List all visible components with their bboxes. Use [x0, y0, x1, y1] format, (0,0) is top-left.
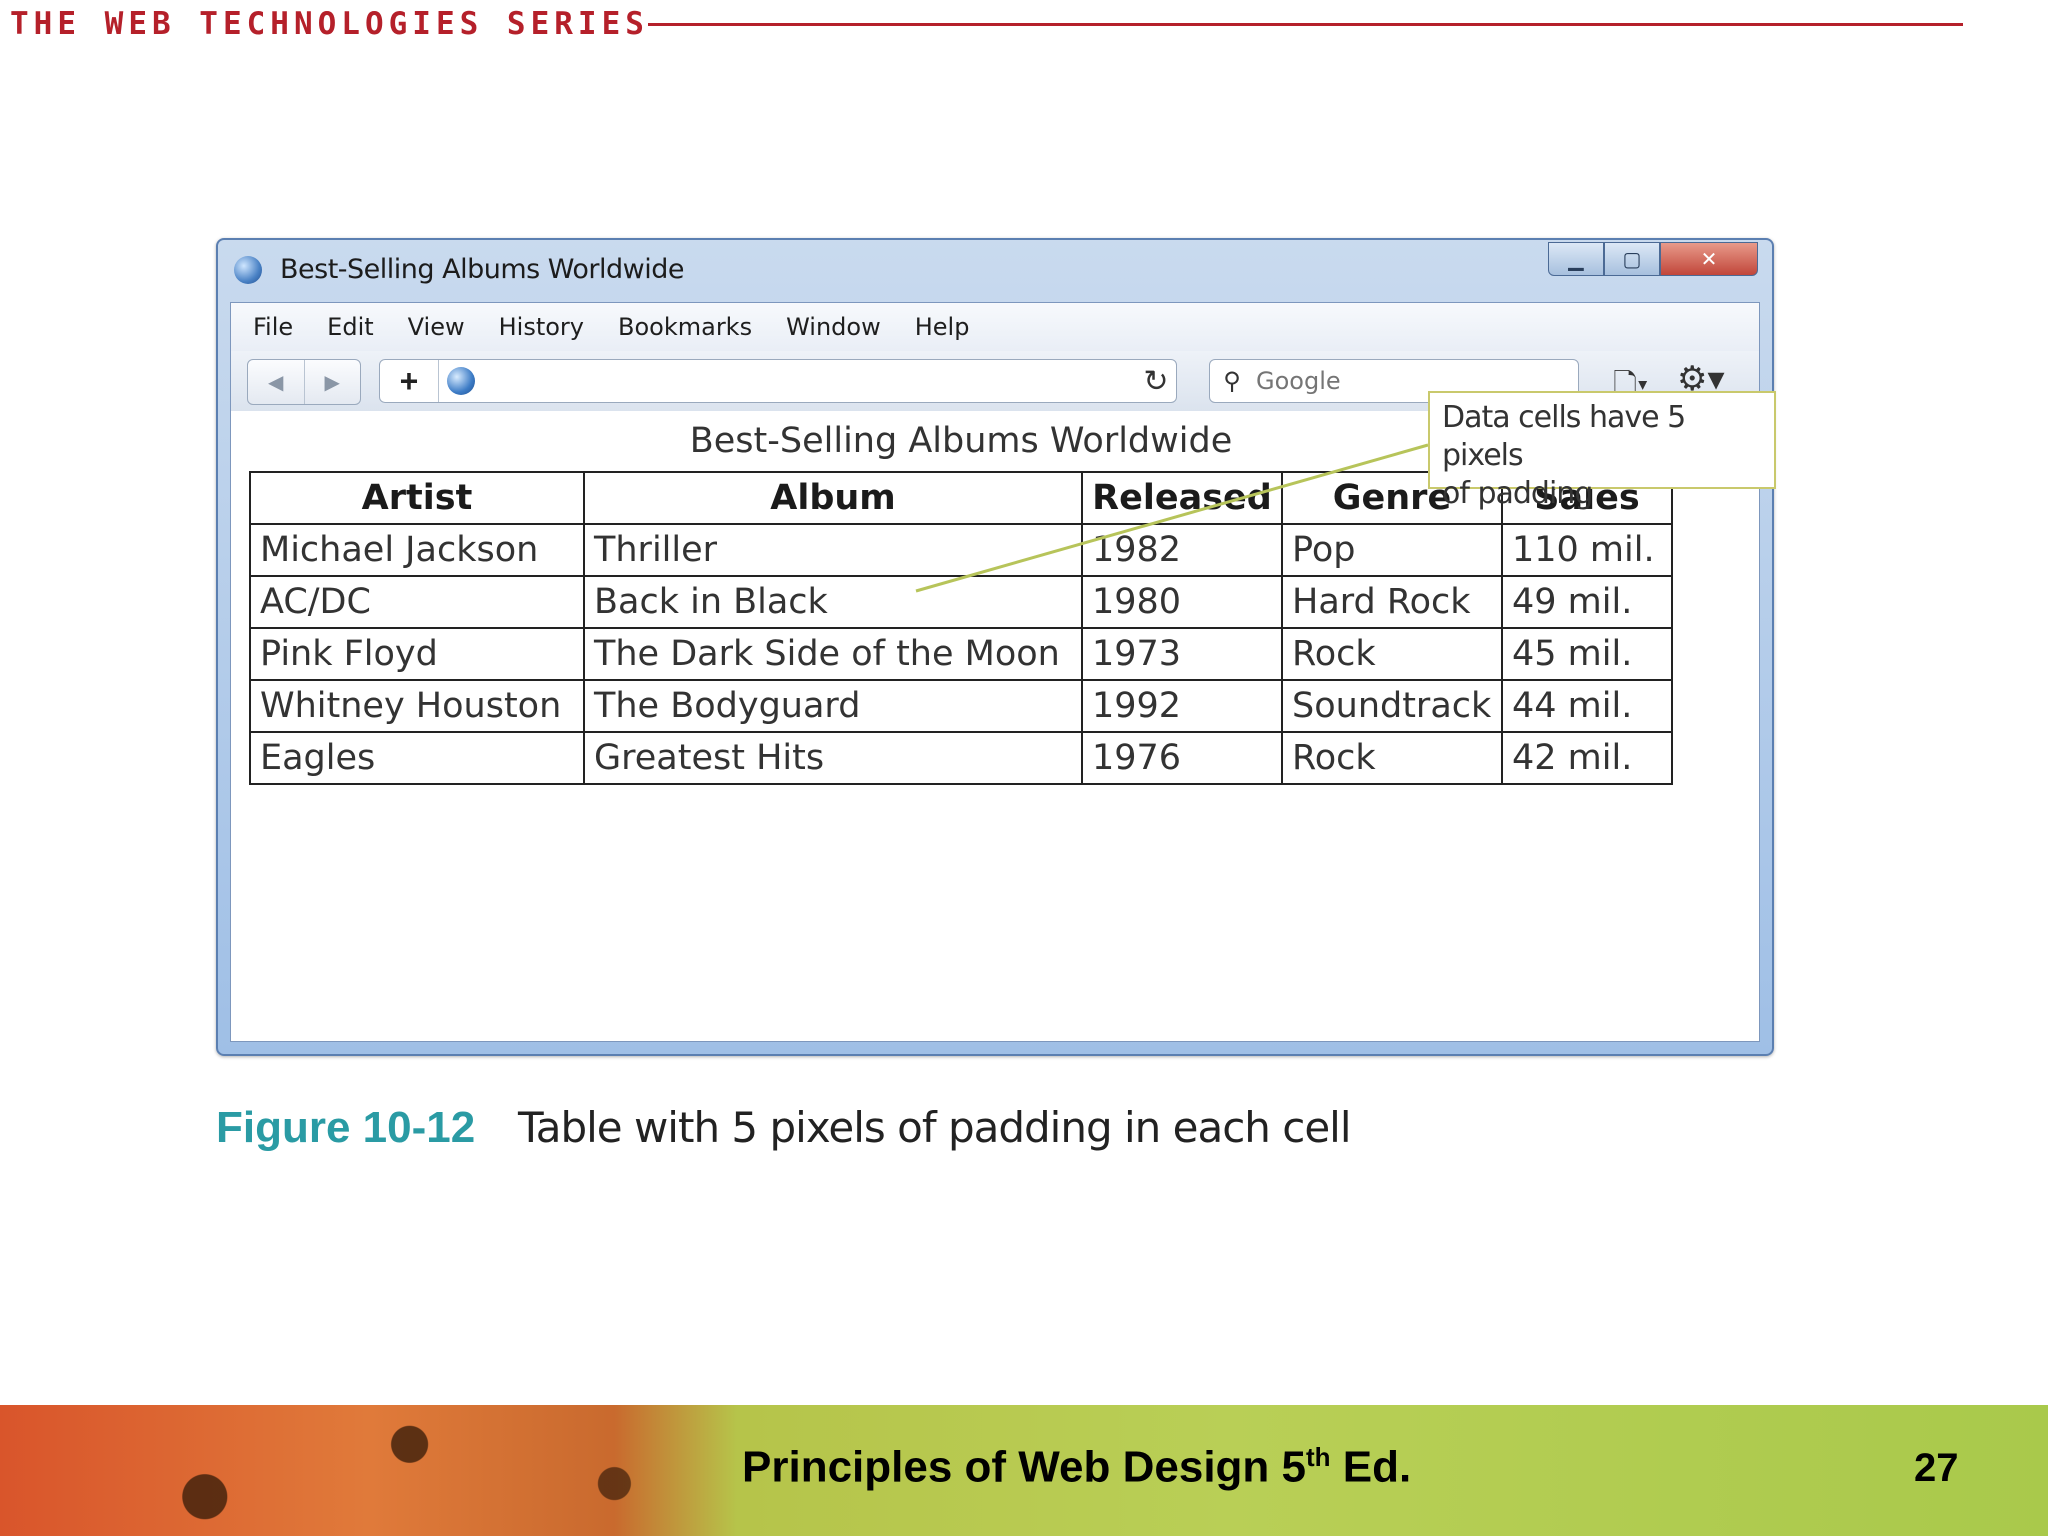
figure-label: Figure 10-12: [216, 1103, 476, 1152]
menu-help[interactable]: Help: [915, 313, 970, 341]
window-controls: ▁ ▢ ✕: [1548, 242, 1758, 276]
globe-icon: [447, 367, 475, 395]
footer-title-sup: th: [1306, 1442, 1331, 1472]
back-arrow-icon: ◀: [268, 371, 284, 394]
figure-caption: Table with 5 pixels of padding in each c…: [518, 1103, 1352, 1152]
add-bookmark-button[interactable]: +: [380, 360, 439, 402]
menu-view[interactable]: View: [408, 313, 465, 341]
page-number: 27: [1914, 1446, 1959, 1490]
footer-title-suffix: Ed.: [1330, 1442, 1412, 1492]
browser-logo-icon: [234, 256, 262, 284]
browser-window: Best-Selling Albums Worldwide ▁ ▢ ✕ File…: [216, 238, 1776, 1056]
browser-chrome: File Edit View History Bookmarks Window …: [230, 302, 1776, 1042]
plus-icon: +: [399, 362, 419, 399]
menu-bar: File Edit View History Bookmarks Window …: [231, 303, 1759, 351]
url-input[interactable]: [475, 359, 1136, 403]
nav-buttons: ◀ ▶: [247, 359, 361, 405]
back-button[interactable]: ◀: [248, 360, 304, 404]
footer-title-main: Principles of Web Design 5: [742, 1442, 1306, 1492]
forward-button[interactable]: ▶: [303, 360, 361, 404]
callout-line-2: of padding: [1442, 476, 1593, 511]
reload-icon: ↻: [1143, 364, 1169, 398]
address-bar: + ↻: [379, 359, 1177, 403]
callout-line-1: Data cells have 5 pixels: [1442, 400, 1686, 473]
padding-callout: Data cells have 5 pixels of padding: [1428, 391, 1776, 511]
minimize-button[interactable]: ▁: [1548, 242, 1604, 276]
menu-edit[interactable]: Edit: [327, 313, 373, 341]
reload-button[interactable]: ↻: [1136, 364, 1176, 399]
page-content: Best-Selling Albums Worldwide Artist Alb…: [231, 391, 1776, 1041]
footer-title: Principles of Web Design 5th Ed.: [742, 1442, 1411, 1493]
search-icon[interactable]: ⚲: [1210, 367, 1254, 396]
menu-window[interactable]: Window: [786, 313, 881, 341]
close-button[interactable]: ✕: [1660, 242, 1758, 276]
series-title: THE WEB TECHNOLOGIES SERIES: [10, 6, 649, 42]
window-title: Best-Selling Albums Worldwide: [280, 254, 685, 285]
menu-bookmarks[interactable]: Bookmarks: [618, 313, 752, 341]
menu-history[interactable]: History: [499, 313, 584, 341]
maximize-button[interactable]: ▢: [1604, 242, 1660, 276]
forward-arrow-icon: ▶: [324, 371, 340, 394]
header-rule: [648, 23, 1963, 26]
menu-file[interactable]: File: [253, 313, 293, 341]
